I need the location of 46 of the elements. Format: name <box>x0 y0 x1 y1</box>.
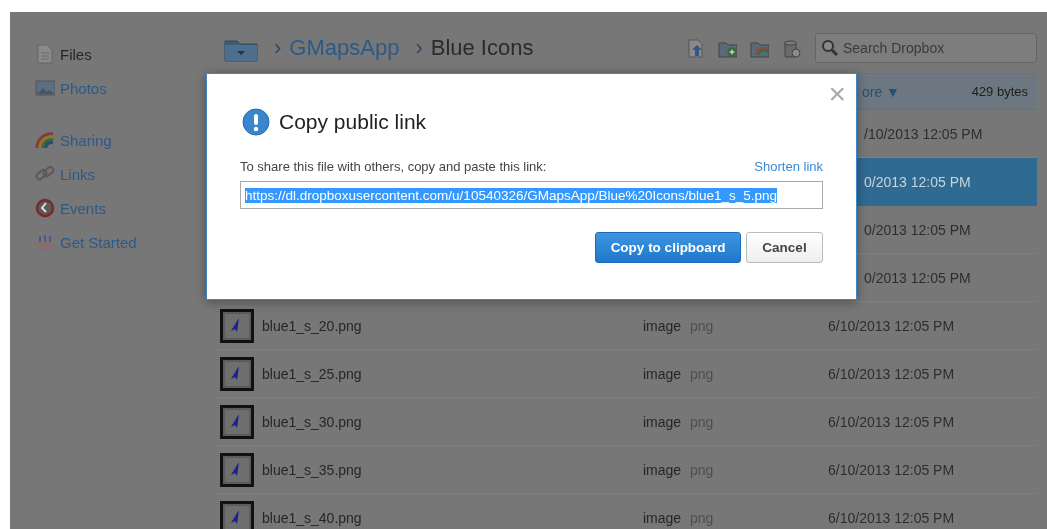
modified-date: 6/10/2013 12:05 PM <box>828 461 955 478</box>
modified-date: 0/2013 12:05 PM <box>864 221 971 238</box>
document-icon <box>35 44 55 64</box>
search-icon <box>821 39 838 56</box>
copy-button[interactable]: Copy to clipboard <box>595 232 741 263</box>
modified-date: 6/10/2013 12:05 PM <box>828 365 955 382</box>
file-name: blue1_s_30.png <box>262 413 363 430</box>
dialog-title: Copy public link <box>279 110 427 134</box>
file-type: image <box>643 317 683 334</box>
modified-date: 0/2013 12:05 PM <box>864 269 971 286</box>
modified-date: 6/10/2013 12:05 PM <box>828 509 955 526</box>
breadcrumb-separator: › <box>274 35 282 61</box>
cake-icon <box>35 232 55 252</box>
arrow-thumbnail-icon <box>220 404 254 439</box>
cancel-button[interactable]: Cancel <box>746 232 823 263</box>
arrow-thumbnail-icon <box>220 308 254 343</box>
search-field[interactable]: Search Dropbox <box>815 33 1037 63</box>
file-type: image <box>643 461 683 478</box>
file-name: blue1_s_35.png <box>262 461 363 478</box>
arrow-thumbnail-icon <box>220 356 254 391</box>
rainbow-icon <box>35 130 55 150</box>
modified-date: 0/2013 12:05 PM <box>864 173 971 190</box>
modified-date: /10/2013 12:05 PM <box>864 125 983 142</box>
shorten-link[interactable]: Shorten link <box>754 159 823 174</box>
file-type: image <box>643 365 683 382</box>
file-name: blue1_s_25.png <box>262 365 363 382</box>
trash-icon[interactable] <box>782 38 801 58</box>
picture-icon <box>35 78 55 98</box>
file-size: 429 bytes <box>971 83 1028 100</box>
file-type: image <box>643 413 683 430</box>
modified-date: 6/10/2013 12:05 PM <box>828 317 955 334</box>
info-icon <box>242 108 270 136</box>
sidebar-item[interactable]: Files <box>10 37 220 71</box>
arrow-thumbnail-icon <box>220 452 254 487</box>
sort-header[interactable]: ore ▼ <box>862 83 900 100</box>
file-name: blue1_s_20.png <box>262 317 363 334</box>
file-type: image <box>643 509 683 526</box>
breadcrumb-separator: › <box>415 35 423 61</box>
link-field[interactable]: https://dl.dropboxusercontent.com/u/10540326/GMapsApp/Blue%20Icons/blue1_s_5.png <box>240 181 823 209</box>
instruction-text: To share this file with others, copy and paste this link: <box>240 159 547 174</box>
modified-date: 6/10/2013 12:05 PM <box>828 413 955 430</box>
breadcrumb-item: Blue Icons <box>430 35 534 61</box>
clock-icon <box>35 198 55 218</box>
upload-icon[interactable] <box>686 38 705 58</box>
file-name: blue1_s_40.png <box>262 509 363 526</box>
close-button[interactable]: × <box>828 78 846 110</box>
